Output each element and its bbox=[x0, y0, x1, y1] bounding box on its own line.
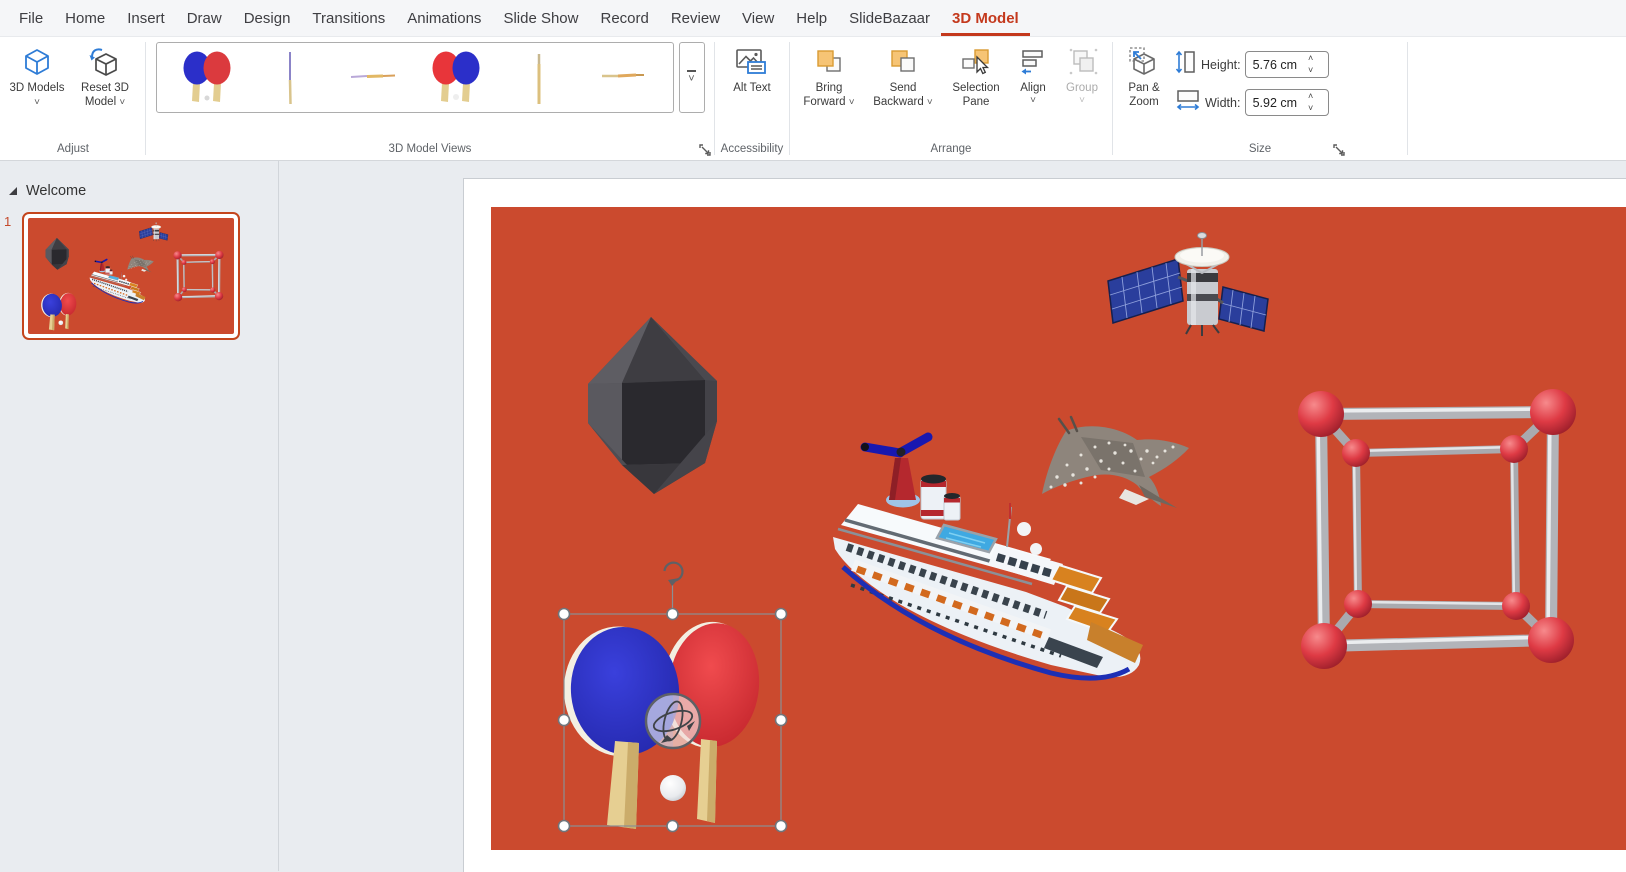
group-label: Group bbox=[1066, 82, 1098, 94]
group-button: Group ˅ bbox=[1057, 41, 1107, 108]
pan-zoom-button[interactable]: Pan & Zoom bbox=[1118, 41, 1170, 111]
group-3d-model-views: ˅ 3D Model Views bbox=[147, 37, 713, 160]
bring-forward-button[interactable]: Bring Forward ˅ bbox=[795, 41, 863, 111]
alt-text-icon bbox=[735, 43, 769, 81]
size-dialog-launcher[interactable] bbox=[1332, 143, 1346, 157]
selection-pane-icon bbox=[960, 43, 992, 81]
align-label: Align bbox=[1020, 82, 1046, 94]
tab-animations[interactable]: Animations bbox=[396, 0, 492, 36]
pan-zoom-label: Pan & Zoom bbox=[1128, 82, 1160, 109]
3d-cube-icon bbox=[21, 43, 53, 81]
group-adjust: 3D Models ˅ Reset 3D Model ˅ Adjust bbox=[2, 37, 144, 160]
views-group-label: 3D Model Views bbox=[388, 143, 472, 155]
height-spin-up-button[interactable]: ˄ bbox=[1302, 53, 1320, 65]
chevron-down-icon: ˅ bbox=[119, 97, 126, 109]
tab-design[interactable]: Design bbox=[233, 0, 302, 36]
chevron-down-icon: ˅ bbox=[1030, 95, 1036, 107]
group-objects-icon bbox=[1066, 43, 1098, 81]
tab-draw[interactable]: Draw bbox=[176, 0, 233, 36]
height-icon bbox=[1175, 49, 1197, 80]
slide-thumbnail-row: 1 bbox=[0, 212, 278, 340]
width-input[interactable] bbox=[1245, 95, 1302, 110]
model-view-top-1[interactable] bbox=[340, 46, 406, 110]
3d-models-label: 3D Models bbox=[9, 82, 65, 94]
adjust-group-label: Adjust bbox=[57, 143, 89, 155]
height-spin-down-button[interactable]: ˅ bbox=[1302, 65, 1320, 77]
gallery-more-button[interactable]: ˅ bbox=[678, 42, 705, 113]
workspace: Welcome 1 bbox=[0, 161, 1626, 872]
reset-3d-cube-icon bbox=[88, 43, 122, 81]
width-label: Width: bbox=[1205, 95, 1241, 110]
send-backward-icon bbox=[888, 43, 918, 81]
group-size: Pan & Zoom Height: ˄ ˅ bbox=[1114, 37, 1406, 160]
arrange-group-label: Arrange bbox=[930, 143, 972, 155]
height-input[interactable] bbox=[1245, 57, 1302, 72]
selection-pane-label: Selection Pane bbox=[952, 82, 1000, 109]
align-icon bbox=[1018, 43, 1048, 81]
tab-view[interactable]: View bbox=[731, 0, 785, 36]
chevron-down-icon: ˅ bbox=[926, 97, 933, 109]
height-label: Height: bbox=[1201, 57, 1241, 72]
reset-3d-model-button[interactable]: Reset 3D Model ˅ bbox=[70, 41, 140, 111]
send-backward-label: Send Backward bbox=[873, 82, 924, 109]
alt-text-label: Alt Text bbox=[733, 82, 771, 94]
chevron-down-icon: ˅ bbox=[848, 97, 855, 109]
slide-editing-area[interactable] bbox=[491, 207, 1626, 850]
tab-slide-show[interactable]: Slide Show bbox=[492, 0, 589, 36]
gallery-more-bar-icon bbox=[687, 70, 696, 72]
model-view-side-1[interactable] bbox=[257, 46, 323, 110]
send-backward-button[interactable]: Send Backward ˅ bbox=[865, 41, 941, 111]
model-views-gallery bbox=[155, 42, 674, 113]
views-dialog-launcher[interactable] bbox=[698, 143, 712, 157]
tab-3d-model[interactable]: 3D Model bbox=[941, 0, 1030, 36]
model-view-back[interactable] bbox=[423, 46, 489, 110]
tab-slidebazaar[interactable]: SlideBazaar bbox=[838, 0, 941, 36]
model-view-front[interactable] bbox=[174, 46, 240, 110]
tab-help[interactable]: Help bbox=[785, 0, 838, 36]
model-view-top-2[interactable] bbox=[589, 46, 655, 110]
slide-thumbnail-panel: Welcome 1 bbox=[0, 161, 279, 871]
ribbon: 3D Models ˅ Reset 3D Model ˅ Adjust ˅ 3D… bbox=[0, 37, 1626, 161]
tab-review[interactable]: Review bbox=[660, 0, 731, 36]
slide-number: 1 bbox=[4, 214, 12, 229]
bring-forward-label: Bring Forward bbox=[803, 82, 846, 109]
alt-text-button[interactable]: Alt Text bbox=[720, 41, 784, 97]
tab-insert[interactable]: Insert bbox=[116, 0, 176, 36]
size-group-label: Size bbox=[1248, 143, 1272, 155]
group-accessibility: Alt Text Accessibility bbox=[716, 37, 788, 160]
slide-thumbnail-image bbox=[28, 218, 234, 334]
ribbon-tab-bar: File Home Insert Draw Design Transitions… bbox=[0, 0, 1626, 37]
section-collapse-icon bbox=[9, 187, 17, 195]
tab-home[interactable]: Home bbox=[54, 0, 116, 36]
selection-pane-button[interactable]: Selection Pane bbox=[943, 41, 1009, 111]
3d-rotate-control[interactable] bbox=[644, 692, 702, 750]
align-button[interactable]: Align ˅ bbox=[1011, 41, 1055, 108]
accessibility-group-label: Accessibility bbox=[720, 143, 784, 155]
slide-canvas bbox=[463, 178, 1626, 872]
model-view-side-2[interactable] bbox=[506, 46, 572, 110]
tab-record[interactable]: Record bbox=[589, 0, 659, 36]
group-arrange: Bring Forward ˅ Send Backward ˅ Selectio… bbox=[791, 37, 1111, 160]
bring-forward-icon bbox=[814, 43, 844, 81]
width-spin-up-button[interactable]: ˄ bbox=[1302, 91, 1320, 103]
tab-file[interactable]: File bbox=[8, 0, 54, 36]
3d-models-button[interactable]: 3D Models ˅ bbox=[6, 41, 68, 111]
tab-transitions[interactable]: Transitions bbox=[301, 0, 396, 36]
slide-thumbnail[interactable] bbox=[22, 212, 240, 340]
section-header[interactable]: Welcome bbox=[0, 161, 278, 199]
width-icon bbox=[1175, 89, 1201, 116]
chevron-down-icon: ˅ bbox=[1079, 95, 1085, 107]
chevron-down-icon: ˅ bbox=[688, 72, 695, 85]
width-spin-down-button[interactable]: ˅ bbox=[1302, 103, 1320, 115]
chevron-down-icon: ˅ bbox=[34, 97, 40, 109]
section-title: Welcome bbox=[26, 183, 87, 199]
pan-zoom-icon bbox=[1127, 43, 1161, 81]
